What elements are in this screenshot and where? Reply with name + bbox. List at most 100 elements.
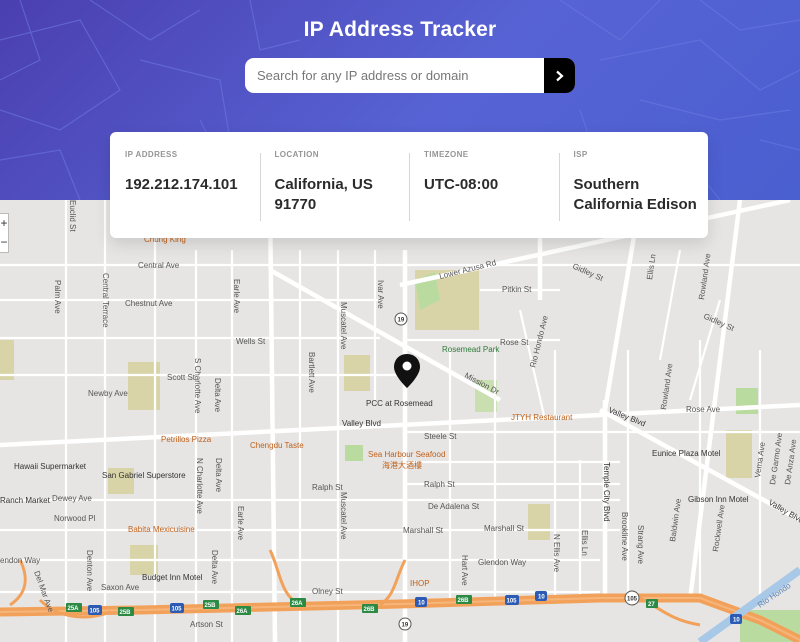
route-shield: 25A	[66, 603, 82, 612]
route-shield: 27	[646, 599, 658, 608]
street-label: Saxon Ave	[101, 583, 140, 592]
svg-text:10: 10	[538, 595, 545, 601]
place-label: Rosemead Park	[442, 345, 500, 354]
street-label: Earle Ave	[236, 506, 245, 541]
street-label: Olney St	[312, 587, 343, 596]
street-label: Ralph St	[312, 483, 343, 492]
timezone-value: UTC-08:00	[424, 176, 499, 193]
svg-text:26B: 26B	[458, 598, 470, 604]
street-label: N Ellis Ave	[552, 534, 561, 573]
street-label: Marshall St	[484, 524, 525, 533]
search-button[interactable]	[544, 58, 575, 93]
place-label: Chengdu Taste	[250, 441, 304, 450]
street-label: Delta Ave	[210, 550, 219, 585]
street-label: Scott St	[167, 373, 196, 382]
place-label: IHOP	[410, 579, 430, 588]
route-shield: 10	[730, 614, 742, 624]
search-input[interactable]	[245, 58, 544, 93]
info-card: IP Address 192.212.174.101 Location Cali…	[110, 132, 708, 238]
street-label: Central Ave	[138, 261, 180, 270]
location-label: Location	[274, 150, 319, 159]
place-label: PCC at Rosemead	[366, 399, 433, 408]
route-shield: 105	[170, 603, 184, 613]
svg-text:25A: 25A	[68, 606, 80, 612]
svg-text:26B: 26B	[364, 607, 376, 613]
street-label: Dewey Ave	[52, 494, 92, 503]
street-label: Euclid St	[68, 200, 77, 232]
street-label: Palm Ave	[53, 280, 62, 314]
street-label: Delta Ave	[214, 458, 223, 493]
street-label: Bartlett Ave	[307, 352, 316, 393]
svg-text:105: 105	[172, 607, 183, 613]
zoom-in-button[interactable]: +	[0, 214, 8, 233]
svg-text:26A: 26A	[237, 609, 249, 615]
route-shield: 25B	[203, 600, 219, 609]
svg-text:10: 10	[418, 601, 425, 607]
isp-label: ISP	[573, 150, 588, 159]
map[interactable]: Lower Azusa Rd Gidley St Gidley St Centr…	[0, 200, 800, 642]
ip-address-section: IP Address 192.212.174.101	[110, 150, 260, 238]
place-label: Eunice Plaza Motel	[652, 449, 721, 458]
street-label: Wells St	[236, 337, 266, 346]
route-shield: 25B	[118, 607, 134, 616]
svg-text:105: 105	[627, 597, 638, 603]
street-label: Temple City Blvd	[602, 462, 611, 522]
street-label: Ivar Ave	[376, 280, 385, 309]
location-value: California, US 91770	[274, 176, 373, 213]
page-title: IP Address Tracker	[303, 18, 497, 41]
route-shield: 19	[394, 312, 408, 326]
street-label: Steele St	[424, 432, 457, 441]
place-label: Gibson Inn Motel	[688, 495, 749, 504]
street-label: endon Way	[0, 556, 40, 565]
street-label: S Charlotte Ave	[193, 358, 202, 414]
street-label: Strang Ave	[636, 525, 645, 565]
svg-text:27: 27	[648, 602, 655, 608]
street-label: Hart Ave	[460, 555, 469, 586]
zoom-control: + −	[0, 213, 9, 253]
street-label: Ralph St	[424, 480, 455, 489]
route-shield: 105	[505, 595, 519, 605]
svg-text:19: 19	[402, 623, 409, 629]
svg-text:26A: 26A	[292, 601, 304, 607]
route-shield: 26B	[362, 604, 378, 613]
timezone-section: Timezone UTC-08:00	[409, 150, 559, 238]
chevron-right-icon	[556, 70, 564, 81]
place-label: Babita Mexicuisine	[128, 525, 195, 534]
street-label: Marshall St	[403, 526, 444, 535]
svg-text:25B: 25B	[205, 603, 217, 609]
route-shield: 26A	[290, 598, 306, 607]
ip-address-label: IP Address	[125, 150, 178, 159]
map-canvas: Lower Azusa Rd Gidley St Gidley St Centr…	[0, 200, 800, 642]
svg-text:19: 19	[398, 318, 405, 324]
street-label: De Adalena St	[428, 502, 480, 511]
route-shield: 19	[398, 617, 412, 631]
location-section: Location California, US 91770	[259, 150, 410, 238]
street-label: Chestnut Ave	[125, 299, 173, 308]
street-label: Denton Ave	[85, 550, 94, 592]
street-label: Pitkin St	[502, 285, 532, 294]
route-shield: 26B	[456, 595, 472, 604]
street-label: Brookline Ave	[620, 512, 629, 561]
street-label: Muscatel Ave	[339, 302, 348, 350]
isp-section: ISP Southern California Edison	[558, 150, 709, 238]
svg-text:10: 10	[733, 618, 740, 624]
street-label: Rose Ave	[686, 405, 721, 414]
place-label: San Gabriel Superstore	[102, 471, 186, 480]
zoom-out-button[interactable]: −	[0, 233, 8, 252]
timezone-label: Timezone	[424, 150, 469, 159]
isp-value: Southern California Edison	[573, 176, 697, 213]
route-shield: 105	[624, 590, 640, 606]
svg-text:105: 105	[507, 599, 518, 605]
route-shield: 26A	[235, 606, 251, 615]
place-label: Hawaii Supermarket	[14, 462, 87, 471]
street-label: Valley Blvd	[342, 419, 381, 428]
place-label: Petrillos Pizza	[161, 435, 212, 444]
place-label: Ranch Market	[0, 496, 51, 505]
place-label: 海港大酒樓	[382, 460, 422, 470]
street-label: Muscatel Ave	[339, 492, 348, 540]
ip-address-value: 192.212.174.101	[125, 176, 238, 193]
street-label: Rose St	[500, 338, 529, 347]
search-bar	[245, 58, 575, 93]
street-label: Ellis Ln	[580, 530, 589, 556]
place-label: Budget Inn Motel	[142, 573, 203, 582]
